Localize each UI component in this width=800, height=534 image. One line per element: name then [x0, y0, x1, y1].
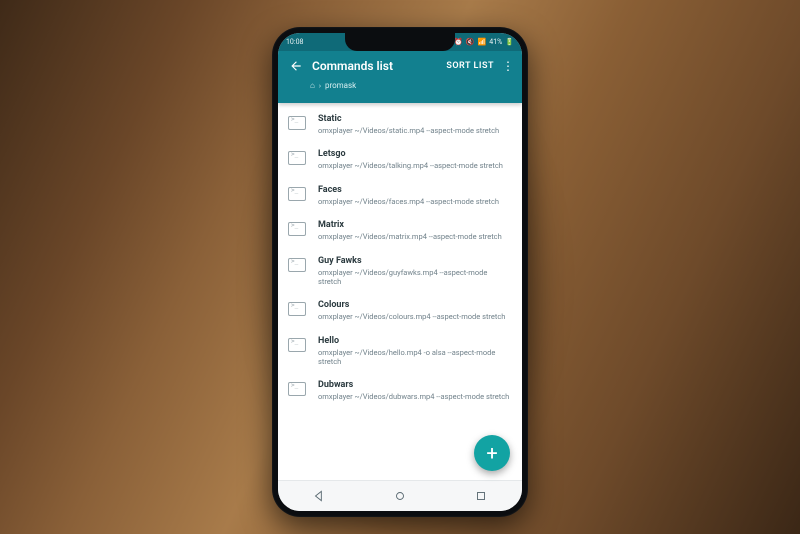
- terminal-icon: [288, 302, 306, 316]
- terminal-icon: [288, 187, 306, 201]
- command-item[interactable]: Guy Fawks omxplayer ~/Videos/guyfawks.mp4…: [278, 249, 522, 294]
- command-subtitle: omxplayer ~/Videos/hello.mp4 -o alsa --a…: [318, 348, 510, 367]
- command-item[interactable]: Letsgo omxplayer ~/Videos/talking.mp4 --a…: [278, 142, 522, 177]
- nav-recent-button[interactable]: [461, 484, 501, 508]
- command-title: Guy Fawks: [318, 256, 510, 266]
- add-command-fab[interactable]: +: [474, 435, 510, 471]
- command-title: Static: [318, 114, 510, 124]
- command-title: Faces: [318, 185, 510, 195]
- page-title: Commands list: [312, 59, 446, 73]
- chevron-right-icon: ›: [319, 82, 321, 90]
- command-body: Dubwars omxplayer ~/Videos/dubwars.mp4 --…: [318, 380, 510, 401]
- command-body: Faces omxplayer ~/Videos/faces.mp4 --aspe…: [318, 185, 510, 206]
- system-nav-bar: [278, 480, 522, 511]
- phone-screen: 10:08 ✱ ⏰ 🔇 📶 41% 🔋 Commands list: [278, 33, 522, 511]
- breadcrumb[interactable]: ⌂ › promask: [278, 81, 522, 90]
- command-item[interactable]: Static omxplayer ~/Videos/static.mp4 --as…: [278, 107, 522, 142]
- status-time: 10:08: [286, 38, 303, 46]
- command-title: Hello: [318, 336, 510, 346]
- mute-icon: 🔇: [466, 39, 475, 46]
- terminal-icon: [288, 116, 306, 130]
- battery-icon: 🔋: [505, 39, 514, 46]
- display-notch: [345, 33, 455, 51]
- command-subtitle: omxplayer ~/Videos/faces.mp4 --aspect-mo…: [318, 197, 510, 206]
- signal-icon: 📶: [478, 39, 487, 46]
- terminal-icon: [288, 338, 306, 352]
- command-title: Dubwars: [318, 380, 510, 390]
- command-subtitle: omxplayer ~/Videos/matrix.mp4 --aspect-m…: [318, 232, 510, 241]
- command-item[interactable]: Matrix omxplayer ~/Videos/matrix.mp4 --as…: [278, 213, 522, 248]
- terminal-icon: [288, 258, 306, 272]
- overflow-menu-button[interactable]: ⋮: [500, 59, 516, 73]
- command-body: Guy Fawks omxplayer ~/Videos/guyfawks.mp4…: [318, 256, 510, 287]
- command-body: Matrix omxplayer ~/Videos/matrix.mp4 --as…: [318, 220, 510, 241]
- terminal-icon: [288, 382, 306, 396]
- app-bar: Commands list SORT LIST ⋮ ⌂ › promask: [278, 51, 522, 103]
- alarm-icon: ⏰: [454, 39, 463, 46]
- command-body: Letsgo omxplayer ~/Videos/talking.mp4 --a…: [318, 149, 510, 170]
- terminal-icon: [288, 151, 306, 165]
- command-title: Matrix: [318, 220, 510, 230]
- phone-frame: 10:08 ✱ ⏰ 🔇 📶 41% 🔋 Commands list: [272, 27, 528, 517]
- scene-background: 10:08 ✱ ⏰ 🔇 📶 41% 🔋 Commands list: [0, 0, 800, 534]
- nav-home-button[interactable]: [380, 484, 420, 508]
- command-subtitle: omxplayer ~/Videos/dubwars.mp4 --aspect-…: [318, 392, 510, 401]
- plus-icon: +: [486, 441, 497, 465]
- command-body: Hello omxplayer ~/Videos/hello.mp4 -o als…: [318, 336, 510, 367]
- command-subtitle: omxplayer ~/Videos/talking.mp4 --aspect-…: [318, 161, 510, 170]
- status-right: ✱ ⏰ 🔇 📶 41% 🔋: [445, 39, 514, 46]
- command-item[interactable]: Colours omxplayer ~/Videos/colours.mp4 --…: [278, 293, 522, 328]
- home-icon: ⌂: [310, 81, 315, 90]
- command-subtitle: omxplayer ~/Videos/guyfawks.mp4 --aspect…: [318, 268, 510, 287]
- command-item[interactable]: Dubwars omxplayer ~/Videos/dubwars.mp4 --…: [278, 373, 522, 408]
- nav-back-button[interactable]: [299, 484, 339, 508]
- commands-list: Static omxplayer ~/Videos/static.mp4 --as…: [278, 103, 522, 481]
- command-item[interactable]: Hello omxplayer ~/Videos/hello.mp4 -o als…: [278, 329, 522, 374]
- command-title: Letsgo: [318, 149, 510, 159]
- back-button[interactable]: [284, 54, 308, 78]
- command-body: Static omxplayer ~/Videos/static.mp4 --as…: [318, 114, 510, 135]
- battery-text: 41%: [489, 39, 502, 46]
- breadcrumb-current: promask: [325, 81, 356, 90]
- command-title: Colours: [318, 300, 510, 310]
- command-body: Colours omxplayer ~/Videos/colours.mp4 --…: [318, 300, 510, 321]
- command-subtitle: omxplayer ~/Videos/colours.mp4 --aspect-…: [318, 312, 510, 321]
- command-item[interactable]: Faces omxplayer ~/Videos/faces.mp4 --aspe…: [278, 178, 522, 213]
- terminal-icon: [288, 222, 306, 236]
- command-subtitle: omxplayer ~/Videos/static.mp4 --aspect-m…: [318, 126, 510, 135]
- sort-list-button[interactable]: SORT LIST: [446, 61, 494, 71]
